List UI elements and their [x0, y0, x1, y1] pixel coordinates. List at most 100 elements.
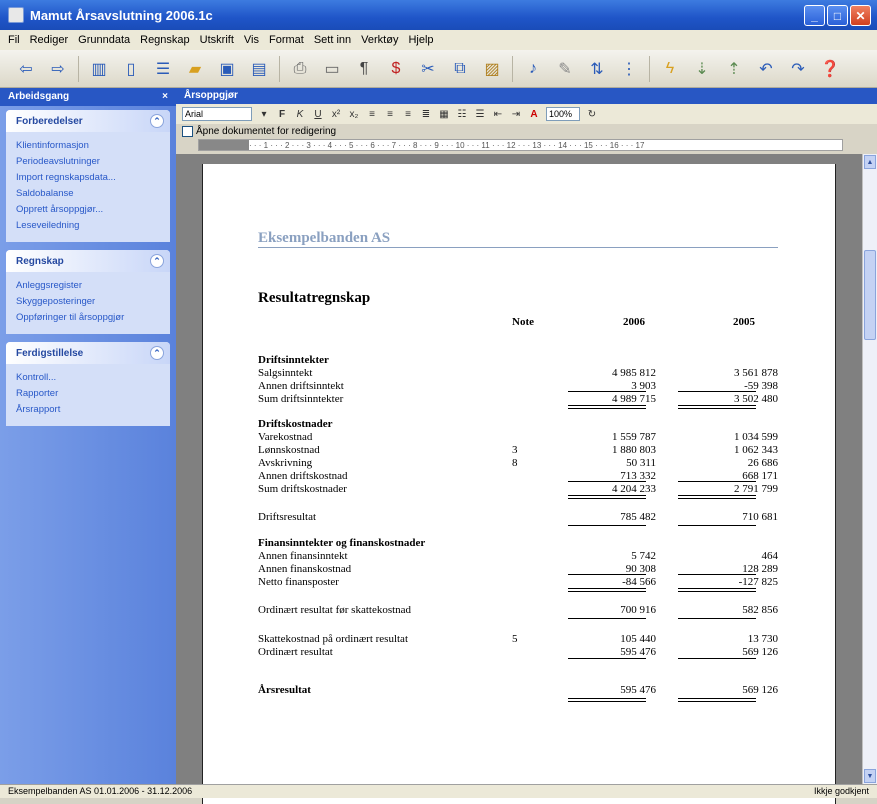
menu-accounting[interactable]: Regnskap — [140, 34, 190, 46]
align-left-icon[interactable]: ≡ — [366, 108, 378, 120]
panel-accounting: Regnskap ⌃ Anleggsregister Skyggeposterin… — [6, 250, 170, 334]
menu-print[interactable]: Utskrift — [200, 34, 234, 46]
menu-edit[interactable]: Rediger — [30, 34, 69, 46]
app-icon — [8, 7, 24, 23]
refresh-icon[interactable]: ↻ — [586, 108, 598, 120]
row-label: Salgsinntekt — [258, 367, 313, 379]
menu-basedata[interactable]: Grunndata — [78, 34, 130, 46]
italic-icon[interactable]: K — [294, 108, 306, 120]
table-icon[interactable]: ▦ — [438, 108, 450, 120]
close-button[interactable]: ✕ — [850, 5, 871, 26]
insert-icon[interactable]: ϟ — [658, 57, 682, 81]
edit-checkbox[interactable] — [182, 126, 193, 137]
panel-icon[interactable]: ▥ — [87, 57, 111, 81]
copy-icon[interactable]: ⧉ — [448, 57, 472, 81]
row-value-2005: 26 686 — [747, 457, 778, 469]
font-color-a-icon[interactable]: A — [528, 108, 540, 120]
numbering-icon[interactable]: ☰ — [474, 108, 486, 120]
bold-icon[interactable]: F — [276, 108, 288, 120]
sidebar-item[interactable]: Årsrapport — [16, 402, 160, 418]
highlight-icon[interactable]: ✎ — [553, 57, 577, 81]
total-underline — [568, 495, 646, 496]
save-icon[interactable]: ▣ — [215, 57, 239, 81]
arrow-up-icon[interactable]: ⇡ — [722, 57, 746, 81]
align-right-icon[interactable]: ≡ — [402, 108, 414, 120]
scroll-up-icon[interactable]: ▲ — [864, 155, 876, 169]
menu-format[interactable]: Format — [269, 34, 304, 46]
row-label: Annen driftsinntekt — [258, 380, 344, 392]
outdent-icon[interactable]: ⇤ — [492, 108, 504, 120]
menu-help[interactable]: Hjelp — [408, 34, 433, 46]
total-underline — [678, 498, 756, 499]
vertical-scrollbar[interactable]: ▲ ▼ — [862, 154, 877, 784]
justify-icon[interactable]: ≣ — [420, 108, 432, 120]
menu-view[interactable]: Vis — [244, 34, 259, 46]
paste-icon[interactable]: ▨ — [480, 57, 504, 81]
chevron-up-icon[interactable]: ⌃ — [150, 254, 164, 268]
sidebar-item[interactable]: Oppføringer til årsoppgjør — [16, 310, 160, 326]
zoom-select[interactable]: 100% — [546, 107, 580, 121]
superscript-icon[interactable]: x² — [330, 108, 342, 120]
font-select[interactable]: Arial — [182, 107, 252, 121]
help-icon[interactable]: ❓ — [818, 57, 842, 81]
sidebar-item[interactable]: Klientinformasjon — [16, 138, 160, 154]
scroll-down-icon[interactable]: ▼ — [864, 769, 876, 783]
sidebar-close-icon[interactable]: × — [162, 91, 168, 103]
minimize-button[interactable]: _ — [804, 5, 825, 26]
bullets-icon[interactable]: ☷ — [456, 108, 468, 120]
indent-icon[interactable]: ⇥ — [510, 108, 522, 120]
sidebar-item[interactable]: Kontroll... — [16, 370, 160, 386]
row-label: Lønnskostnad — [258, 444, 320, 456]
sidebar-item[interactable]: Import regnskapsdata... — [16, 170, 160, 186]
font-size-icon[interactable]: ▾ — [258, 108, 270, 120]
sidebar-item[interactable]: Skyggeposteringer — [16, 294, 160, 310]
filter-icon[interactable]: ⋮ — [617, 57, 641, 81]
undo-icon[interactable]: ↶ — [754, 57, 778, 81]
total-underline — [678, 405, 756, 406]
print-icon[interactable]: ⎙ — [288, 57, 312, 81]
forward-icon[interactable]: ⇨ — [46, 57, 70, 81]
sidebar-item[interactable]: Opprett årsoppgjør... — [16, 202, 160, 218]
cut-icon[interactable]: ✂ — [416, 57, 440, 81]
col-2005-header: 2005 — [733, 316, 755, 328]
row-value-2006: 595 476 — [620, 684, 656, 696]
menu-tools[interactable]: Verktøy — [361, 34, 398, 46]
sidebar-item[interactable]: Periodeavslutninger — [16, 154, 160, 170]
font-color-icon[interactable]: ♪ — [521, 57, 545, 81]
outline-icon[interactable]: ☰ — [151, 57, 175, 81]
paragraph-icon[interactable]: ¶ — [352, 57, 376, 81]
scroll-thumb[interactable] — [864, 250, 876, 340]
total-underline — [568, 391, 646, 392]
redo-icon[interactable]: ↷ — [786, 57, 810, 81]
spelling-icon[interactable]: $ — [384, 57, 408, 81]
sidebar-item[interactable]: Saldobalanse — [16, 186, 160, 202]
row-label: Annen finanskostnad — [258, 563, 352, 575]
menu-file[interactable]: Fil — [8, 34, 20, 46]
chevron-up-icon[interactable]: ⌃ — [150, 114, 164, 128]
edit-checkbox-row[interactable]: Åpne dokumentet for redigering — [182, 126, 336, 137]
menu-insert[interactable]: Sett inn — [314, 34, 351, 46]
new-document-icon[interactable]: ▯ — [119, 57, 143, 81]
sidebar-item[interactable]: Anleggsregister — [16, 278, 160, 294]
row-value-2006: 5 742 — [631, 550, 656, 562]
table-row: Salgsinntekt 4 985 812 3 561 878 — [258, 367, 778, 381]
align-center-icon[interactable]: ≡ — [384, 108, 396, 120]
col-note-header: Note — [512, 316, 534, 328]
total-underline — [678, 591, 756, 592]
ruler[interactable]: · · · 1 · · · 2 · · · 3 · · · 4 · · · 5 … — [198, 139, 843, 151]
sidebar-item[interactable]: Rapporter — [16, 386, 160, 402]
underline-icon[interactable]: U — [312, 108, 324, 120]
document-page[interactable]: Eksempelbanden AS Resultatregnskap Note … — [202, 164, 836, 804]
arrow-down-icon[interactable]: ⇣ — [690, 57, 714, 81]
back-icon[interactable]: ⇦ — [14, 57, 38, 81]
save-all-icon[interactable]: ▤ — [247, 57, 271, 81]
maximize-button[interactable]: □ — [827, 5, 848, 26]
sidebar-item[interactable]: Leseveiledning — [16, 218, 160, 234]
sort-icon[interactable]: ⇅ — [585, 57, 609, 81]
total-underline — [678, 588, 756, 589]
subscript-icon[interactable]: x₂ — [348, 108, 360, 120]
print-preview-icon[interactable]: ▭ — [320, 57, 344, 81]
menu-bar: Fil Rediger Grunndata Regnskap Utskrift … — [0, 30, 877, 50]
chevron-up-icon[interactable]: ⌃ — [150, 346, 164, 360]
open-folder-icon[interactable]: ▰ — [183, 57, 207, 81]
